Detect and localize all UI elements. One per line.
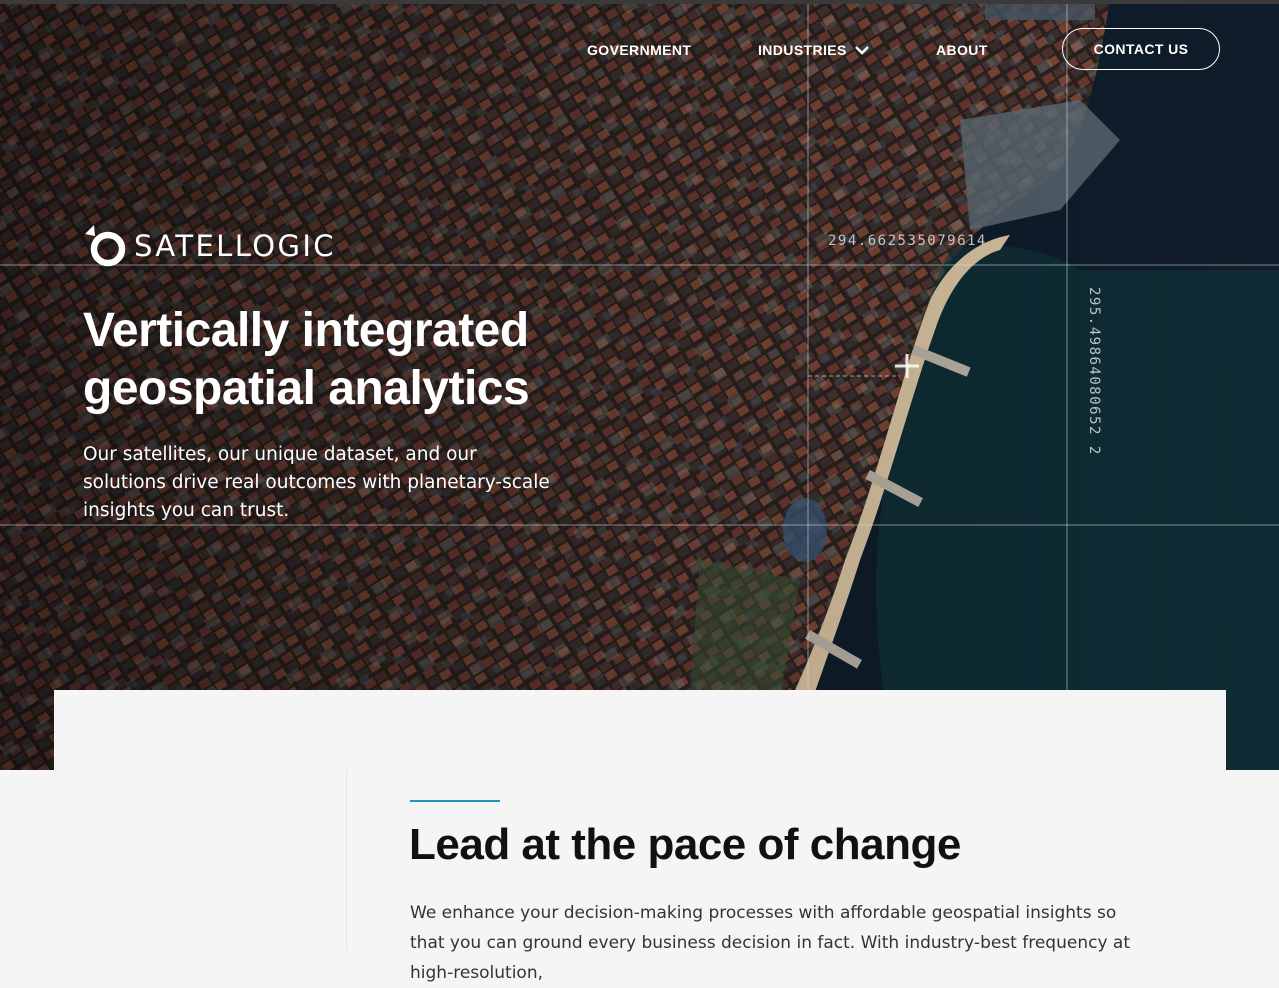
nav-industries[interactable]: INDUSTRIES [758,42,869,58]
section-title: Lead at the pace of change [409,820,961,869]
brand-name: SATELLOGIC [134,229,336,263]
satellogic-ring-icon [85,225,126,267]
nav-government[interactable]: GOVERNMENT [587,42,691,58]
hero-title: Vertically integrated geospatial analyti… [83,304,530,415]
top-edge-bar [0,0,1279,4]
nav-about[interactable]: ABOUT [936,42,988,58]
intro-card: Lead at the pace of change We enhance yo… [54,690,1226,983]
contact-us-button[interactable]: CONTACT US [1062,28,1220,70]
coordinate-readout-horizontal: 294.662535079614 [828,233,987,249]
column-divider [346,770,347,950]
hero-section: 294.662535079614 295.49864080652 2 GOVER… [0,0,1279,770]
accent-rule [410,800,500,802]
hero-description: Our satellites, our unique dataset, and … [83,444,550,521]
section-body: We enhance your decision-making processe… [410,903,1130,983]
brand-logo[interactable]: SATELLOGIC [84,224,336,268]
chevron-down-icon [854,46,869,55]
nav-industries-label: INDUSTRIES [758,42,847,58]
coordinate-readout-vertical: 295.49864080652 2 [1086,287,1102,456]
